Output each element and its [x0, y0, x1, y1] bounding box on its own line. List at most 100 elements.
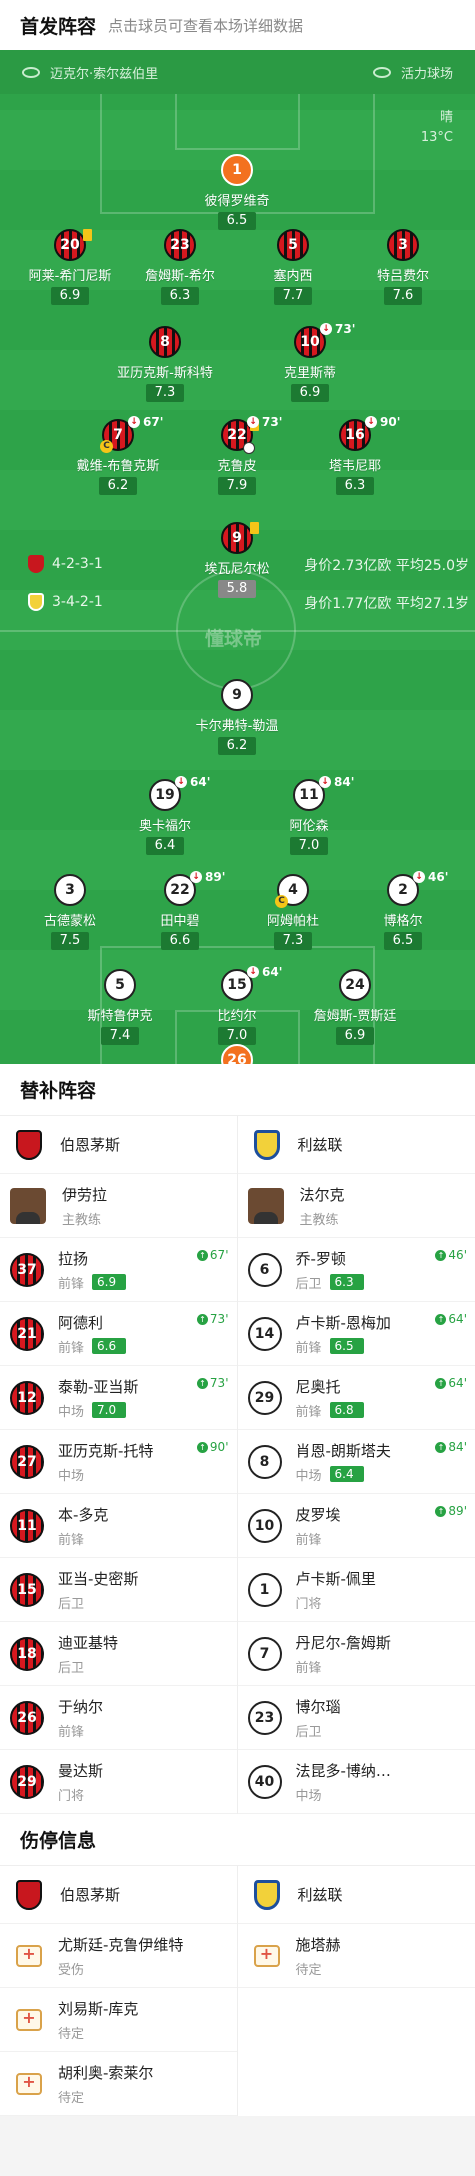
player-name: 詹姆斯-希尔	[120, 265, 240, 284]
sub-player-row[interactable]: 11本-多克前锋	[0, 1494, 237, 1558]
sub-out-icon: ↓	[175, 776, 187, 788]
sub-player-row[interactable]: 18迪亚基特后卫	[0, 1622, 237, 1686]
medical-kit-icon	[254, 1945, 280, 1967]
injury-row[interactable]: 尤斯廷-克鲁伊维特受伤	[0, 1924, 237, 1988]
sub-player-row[interactable]: 26于纳尔前锋	[0, 1686, 237, 1750]
player-number-badge: 9	[221, 522, 253, 554]
player-number-badge: 9	[221, 679, 253, 711]
sub-player-row[interactable]: 21阿德利前锋6.6↑73'	[0, 1302, 237, 1366]
home-player[interactable]: 5塞内西7.7	[233, 229, 353, 305]
home-coach[interactable]: 伊劳拉主教练	[0, 1174, 237, 1238]
sub-name: 阿德利	[58, 1312, 126, 1333]
injury-row[interactable]: 胡利奥-索莱尔待定	[0, 2052, 237, 2116]
player-name: 埃瓦尼尔松	[177, 558, 297, 577]
inj-home-team-name: 伯恩茅斯	[60, 1884, 120, 1905]
player-number-badge: 7C↓67'	[102, 419, 134, 451]
sub-number-badge: 12	[10, 1381, 44, 1415]
sub-player-row[interactable]: 6乔-罗顿后卫6.3↑46'	[238, 1238, 475, 1302]
weather: 晴 13°C	[421, 108, 453, 148]
sub-name: 于纳尔	[58, 1696, 103, 1717]
injury-row[interactable]: 刘易斯-库克待定	[0, 1988, 237, 2052]
sub-player-row[interactable]: 29曼达斯门将	[0, 1750, 237, 1814]
sub-in-minute: 90'	[210, 1440, 229, 1454]
player-rating: 6.9	[336, 1027, 374, 1045]
away-formation: 3-4-2-1	[52, 594, 103, 610]
sub-in-minute: 46'	[448, 1248, 467, 1262]
leeds-crest-icon	[254, 1880, 280, 1910]
away-player[interactable]: 15↓64'比约尔7.0	[177, 969, 297, 1045]
away-player[interactable]: 26达洛6.7	[177, 1044, 297, 1064]
sub-number-badge: 23	[248, 1701, 282, 1735]
player-rating: 7.3	[146, 384, 184, 402]
home-player[interactable]: 3特吕费尔7.6	[343, 229, 463, 305]
home-player[interactable]: 7C↓67'戴维-布鲁克斯6.2	[58, 419, 178, 495]
bournemouth-crest-icon	[16, 1880, 42, 1910]
player-number-badge: 4C	[277, 874, 309, 906]
away-player[interactable]: 11↓84'阿伦森7.0	[249, 779, 369, 855]
player-rating: 6.9	[51, 287, 89, 305]
home-player[interactable]: 22↓73'克鲁皮7.9	[177, 419, 297, 495]
away-player[interactable]: 3古德蒙松7.5	[10, 874, 130, 950]
player-name: 田中碧	[120, 910, 240, 929]
sub-minute: 89'	[205, 870, 225, 884]
away-player[interactable]: 19↓64'奥卡福尔6.4	[105, 779, 225, 855]
injury-status: 待定	[296, 1959, 341, 1978]
sub-number-badge: 1	[248, 1573, 282, 1607]
sub-in-icon: ↑	[435, 1250, 446, 1261]
sub-minute: 64'	[262, 965, 282, 979]
sub-player-row[interactable]: 14卢卡斯-恩梅加前锋6.5↑64'	[238, 1302, 475, 1366]
home-crest-icon	[28, 555, 44, 573]
away-player[interactable]: 24詹姆斯-贾斯廷6.9	[295, 969, 415, 1045]
subs-away-team[interactable]: 利兹联	[238, 1116, 475, 1174]
sub-name: 拉扬	[58, 1248, 126, 1269]
away-player[interactable]: 22↓89'田中碧6.6	[120, 874, 240, 950]
sub-name: 肖恩-朗斯塔夫	[296, 1440, 391, 1461]
away-coach[interactable]: 法尔克主教练	[238, 1174, 475, 1238]
inj-home-team[interactable]: 伯恩茅斯	[0, 1866, 237, 1924]
player-name: 斯特鲁伊克	[60, 1005, 180, 1024]
home-player[interactable]: 23詹姆斯-希尔6.3	[120, 229, 240, 305]
subs-home-team[interactable]: 伯恩茅斯	[0, 1116, 237, 1174]
sub-player-row[interactable]: 37拉扬前锋6.9↑67'	[0, 1238, 237, 1302]
player-rating: 7.3	[274, 932, 312, 950]
player-number-badge: 19↓64'	[149, 779, 181, 811]
player-rating: 7.0	[218, 1027, 256, 1045]
sub-player-row[interactable]: 10皮罗埃前锋↑89'	[238, 1494, 475, 1558]
sub-minute: 84'	[334, 775, 354, 789]
away-player[interactable]: 2↓46'博格尔6.5	[343, 874, 463, 950]
sub-rating: 6.8	[330, 1402, 364, 1418]
sub-in-indicator: ↑84'	[435, 1440, 467, 1454]
sub-in-indicator: ↑64'	[435, 1376, 467, 1390]
sub-in-icon: ↑	[197, 1314, 208, 1325]
home-player[interactable]: 8亚历克斯-斯科特7.3	[105, 326, 225, 402]
away-player[interactable]: 9卡尔弗特-勒温6.2	[177, 679, 297, 755]
away-player[interactable]: 4C阿姆帕杜7.3	[233, 874, 353, 950]
sub-name: 博尔瑙	[296, 1696, 341, 1717]
home-player[interactable]: 9埃瓦尼尔松5.8	[177, 522, 297, 598]
sub-out-icon: ↓	[320, 323, 332, 335]
inj-away-team[interactable]: 利兹联	[238, 1866, 475, 1924]
sub-number-badge: 18	[10, 1637, 44, 1671]
sub-player-row[interactable]: 8肖恩-朗斯塔夫中场6.4↑84'	[238, 1430, 475, 1494]
home-player[interactable]: 1彼得罗维奇6.5	[177, 154, 297, 230]
sub-player-row[interactable]: 12泰勒-亚当斯中场7.0↑73'	[0, 1366, 237, 1430]
sub-player-row[interactable]: 23博尔瑙后卫	[238, 1686, 475, 1750]
home-player[interactable]: 10↓73'克里斯蒂6.9	[250, 326, 370, 402]
sub-player-row[interactable]: 29尼奥托前锋6.8↑64'	[238, 1366, 475, 1430]
sub-out-indicator: ↓64'	[175, 775, 210, 789]
sub-player-row[interactable]: 7丹尼尔-詹姆斯前锋	[238, 1622, 475, 1686]
sub-name: 亚当-史密斯	[58, 1568, 138, 1589]
sub-in-icon: ↑	[435, 1378, 446, 1389]
sub-in-indicator: ↑73'	[197, 1312, 229, 1326]
sub-player-row[interactable]: 1卢卡斯-佩里门将	[238, 1558, 475, 1622]
sub-player-row[interactable]: 15亚当-史密斯后卫	[0, 1558, 237, 1622]
player-number-badge: 22↓89'	[164, 874, 196, 906]
home-player[interactable]: 16↓90'塔韦尼耶6.3	[295, 419, 415, 495]
injury-row[interactable]: 施塔赫待定	[238, 1924, 475, 1988]
player-rating: 7.5	[51, 932, 89, 950]
sub-player-row[interactable]: 27亚历克斯-托特中场↑90'	[0, 1430, 237, 1494]
home-player[interactable]: 20阿莱-希门尼斯6.9	[10, 229, 130, 305]
away-player[interactable]: 5斯特鲁伊克7.4	[60, 969, 180, 1045]
sub-rating: 6.5	[330, 1338, 364, 1354]
sub-player-row[interactable]: 40法昆多-博纳…中场	[238, 1750, 475, 1814]
